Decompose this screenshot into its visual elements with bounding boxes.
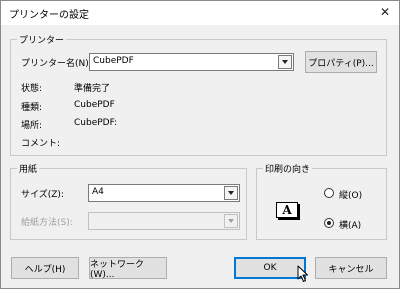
type-value: CubePDF xyxy=(74,100,115,110)
chevron-down-icon[interactable] xyxy=(224,186,238,200)
printer-name-label: プリンター名(N): xyxy=(21,59,92,69)
paper-size-select[interactable]: A4 xyxy=(88,184,240,202)
paper-size-label: サイズ(Z): xyxy=(21,190,64,200)
cancel-button-label: キャンセル xyxy=(328,264,374,275)
help-button[interactable]: ヘルプ(H) xyxy=(11,257,79,279)
dialog-title: プリンターの設定 xyxy=(9,10,89,21)
paper-source-select[interactable] xyxy=(88,212,240,230)
paper-group: 用紙 サイズ(Z): A4 給紙方法(S): xyxy=(10,162,247,240)
status-label: 状態: xyxy=(21,84,43,94)
orientation-group-label: 印刷の向き xyxy=(263,162,313,175)
close-button[interactable]: ✕ xyxy=(371,1,399,23)
chevron-down-icon[interactable] xyxy=(224,214,238,228)
properties-button[interactable]: プロパティ(P)... xyxy=(305,51,377,73)
orientation-preview-icon: A xyxy=(276,202,298,218)
cancel-button[interactable]: キャンセル xyxy=(315,257,387,279)
location-label: 場所: xyxy=(21,121,43,131)
ok-button-label: OK xyxy=(263,263,277,273)
portrait-label[interactable]: 縦(O) xyxy=(339,188,362,201)
title-bar: プリンターの設定 ✕ xyxy=(1,1,399,25)
printer-settings-dialog: プリンターの設定 ✕ プリンター プリンター名(N): CubePDF プロパテ… xyxy=(0,0,400,289)
location-value: CubePDF: xyxy=(74,118,118,128)
paper-source-label: 給紙方法(S): xyxy=(21,218,73,228)
orientation-letter: A xyxy=(282,203,292,217)
portrait-radio[interactable] xyxy=(324,188,334,198)
landscape-radio[interactable] xyxy=(324,218,334,228)
close-icon: ✕ xyxy=(379,5,391,19)
network-button[interactable]: ネットワーク(W)... xyxy=(89,257,167,280)
ok-button[interactable]: OK xyxy=(234,257,306,279)
help-button-label: ヘルプ(H) xyxy=(24,264,66,275)
printer-group-label: プリンター xyxy=(17,33,67,46)
dialog-body: プリンター プリンター名(N): CubePDF プロパティ(P)... 状態:… xyxy=(1,25,399,288)
landscape-label[interactable]: 横(A) xyxy=(339,218,361,231)
type-label: 種類: xyxy=(21,103,43,113)
printer-name-select[interactable]: CubePDF xyxy=(89,53,294,71)
orientation-group: 印刷の向き A 縦(O) 横(A) xyxy=(256,162,387,240)
network-button-label: ネットワーク(W)... xyxy=(90,259,145,280)
comment-label: コメント: xyxy=(21,139,61,149)
printer-group: プリンター プリンター名(N): CubePDF プロパティ(P)... 状態:… xyxy=(10,33,387,156)
properties-button-label: プロパティ(P)... xyxy=(308,58,374,69)
paper-group-label: 用紙 xyxy=(17,162,40,175)
mouse-pointer-icon xyxy=(297,265,308,282)
paper-size-value: A4 xyxy=(92,187,104,197)
chevron-down-icon[interactable] xyxy=(278,55,292,69)
status-value: 準備完了 xyxy=(74,84,111,94)
printer-name-value: CubePDF xyxy=(93,56,134,66)
